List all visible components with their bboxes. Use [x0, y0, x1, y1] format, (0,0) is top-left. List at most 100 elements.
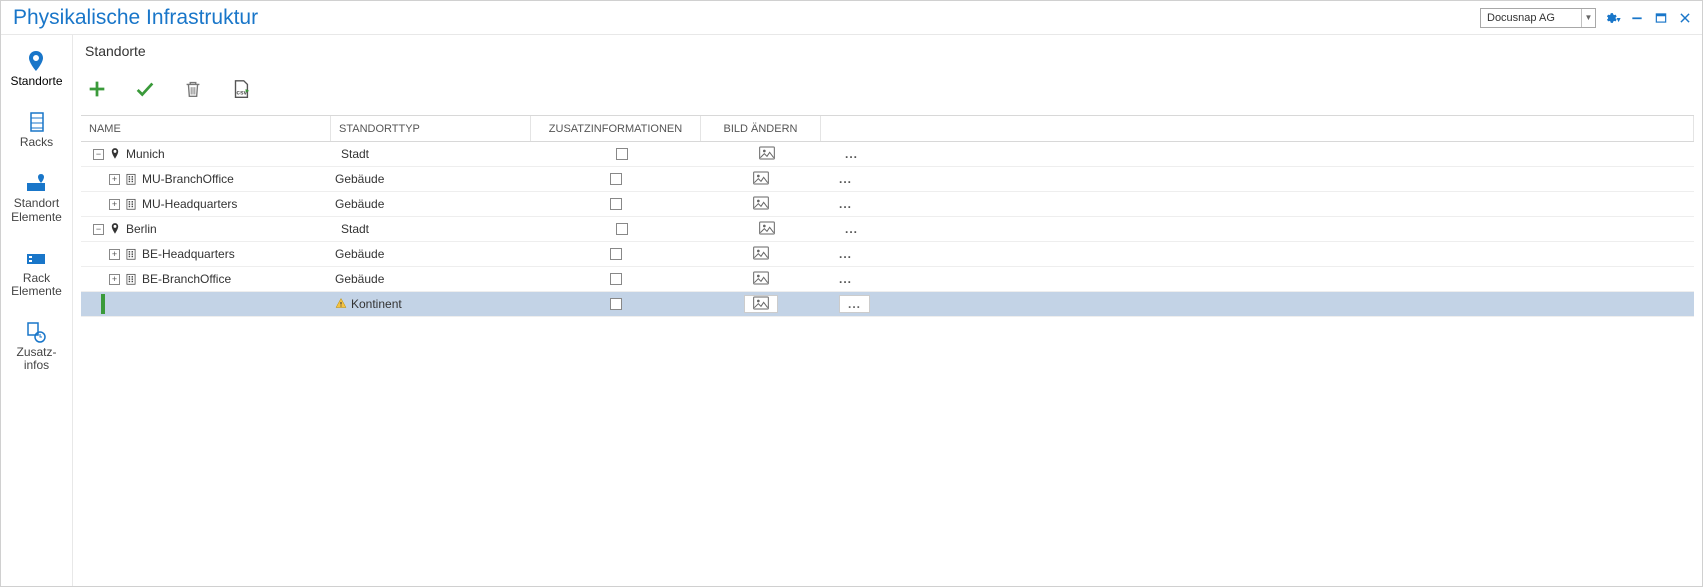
csv-export-icon: csv [230, 78, 252, 100]
expander-icon[interactable]: + [109, 174, 120, 185]
cell-image [707, 217, 827, 241]
expander-icon[interactable]: + [109, 249, 120, 260]
cell-type: Gebäude [331, 167, 531, 191]
row-actions-button[interactable]: ... [845, 147, 858, 161]
locations-grid: Name Standorttyp Zusatzinformationen Bil… [81, 115, 1694, 586]
cell-actions: ... [821, 192, 1694, 216]
image-icon[interactable] [753, 271, 769, 288]
grid-body: −MunichStadt... + MU-BranchOffice Gebäude..… [81, 142, 1694, 317]
cell-name: − Berlin [87, 217, 337, 241]
org-selector[interactable]: Docusnap AG ▼ [1480, 8, 1596, 28]
image-picker[interactable] [744, 295, 778, 313]
table-row[interactable]: +MU-HeadquartersGebäude... [81, 192, 1694, 217]
add-button[interactable] [85, 77, 109, 101]
sidenav-item-zusatzinfos[interactable]: Zusatz-infos [16, 320, 56, 372]
table-row[interactable]: −BerlinStadt... [81, 217, 1694, 242]
row-actions-button[interactable]: ... [845, 222, 858, 236]
row-name: Berlin [126, 222, 157, 236]
column-header-image[interactable]: Bild ändern [701, 116, 821, 141]
checkbox[interactable] [610, 173, 622, 185]
sidenav-label: Racks [20, 136, 53, 149]
cell-extra [531, 292, 701, 316]
sidenav-label: Zusatz-infos [16, 346, 56, 372]
minimize-icon [1630, 11, 1644, 25]
plus-icon [86, 78, 108, 100]
checkbox[interactable] [610, 273, 622, 285]
delete-button[interactable] [181, 77, 205, 101]
table-row[interactable]: + MU-BranchOffice Gebäude... [81, 167, 1694, 192]
cell-name: + MU-BranchOffice [81, 167, 331, 191]
checkbox[interactable] [610, 248, 622, 260]
image-icon[interactable] [759, 221, 775, 238]
close-button[interactable] [1676, 9, 1694, 27]
expander-icon[interactable]: − [93, 149, 104, 160]
table-row[interactable]: + BE-BranchOffice Gebäude... [81, 267, 1694, 292]
rack-elements-icon [24, 246, 48, 270]
expander-icon[interactable]: − [93, 224, 104, 235]
maximize-icon [1654, 11, 1668, 25]
cell-type: Gebäude [331, 242, 531, 266]
cell-actions: ... [827, 142, 1694, 166]
sidenav-item-racks[interactable]: Racks [20, 110, 53, 149]
chevron-down-icon[interactable]: ▼ [1581, 9, 1595, 27]
cell-image [707, 142, 827, 166]
expander-icon[interactable]: + [109, 274, 120, 285]
cell-name: +MU-Headquarters [81, 192, 331, 216]
table-row[interactable]: −MunichStadt... [81, 142, 1694, 167]
image-icon[interactable] [759, 146, 775, 163]
cell-type: Gebäude [331, 267, 531, 291]
close-icon [1678, 11, 1692, 25]
expander-icon[interactable]: + [109, 199, 120, 210]
location-pin-icon [108, 222, 122, 236]
sidenav-label: Standorte [10, 75, 62, 88]
checkbox[interactable] [616, 223, 628, 235]
table-row[interactable]: +BE-HeadquartersGebäude... [81, 242, 1694, 267]
cell-extra [537, 217, 707, 241]
cell-type[interactable]: Kontinent [331, 292, 531, 316]
cell-name: +BE-Headquarters [81, 242, 331, 266]
image-icon[interactable] [753, 196, 769, 213]
row-actions-button[interactable]: ... [839, 272, 852, 286]
export-csv-button[interactable]: csv [229, 77, 253, 101]
cell-image [701, 242, 821, 266]
cell-type: Stadt [337, 142, 537, 166]
location-elements-icon [24, 171, 48, 195]
org-selector-value: Docusnap AG [1481, 12, 1581, 24]
location-pin-icon [108, 147, 122, 161]
row-name: BE-BranchOffice [142, 272, 231, 286]
sidenav-item-rack-elemente[interactable]: RackElemente [11, 246, 62, 298]
maximize-button[interactable] [1652, 9, 1670, 27]
table-row-new[interactable]: Kontinent... [81, 292, 1694, 317]
row-actions-button[interactable]: ... [839, 172, 852, 186]
cell-actions: ... [821, 267, 1694, 291]
image-icon[interactable] [753, 171, 769, 188]
row-name: MU-BranchOffice [142, 172, 234, 186]
breadcrumb: Standorte [73, 43, 1702, 67]
column-header-extra[interactable]: Zusatzinformationen [531, 116, 701, 141]
save-button[interactable] [133, 77, 157, 101]
grid-header: Name Standorttyp Zusatzinformationen Bil… [81, 116, 1694, 142]
cell-extra [531, 242, 701, 266]
cell-image [701, 292, 821, 316]
checkbox[interactable] [610, 298, 622, 310]
cell-name [81, 292, 331, 316]
checkbox[interactable] [610, 198, 622, 210]
column-header-name[interactable]: Name [81, 116, 331, 141]
minimize-button[interactable] [1628, 9, 1646, 27]
titlebar: Physikalische Infrastruktur Docusnap AG … [1, 1, 1702, 35]
row-actions-button[interactable]: ... [839, 295, 870, 313]
settings-button[interactable]: ▼ [1604, 9, 1622, 27]
image-icon[interactable] [753, 246, 769, 263]
column-header-type[interactable]: Standorttyp [331, 116, 531, 141]
cell-extra [531, 192, 701, 216]
cell-extra [531, 267, 701, 291]
check-icon [134, 78, 156, 100]
cell-type: Gebäude [331, 192, 531, 216]
cell-extra [537, 142, 707, 166]
row-actions-button[interactable]: ... [839, 247, 852, 261]
checkbox[interactable] [616, 148, 628, 160]
sidenav-item-standorte[interactable]: Standorte [10, 49, 62, 88]
sidenav-item-standort-elemente[interactable]: StandortElemente [11, 171, 62, 223]
row-actions-button[interactable]: ... [839, 197, 852, 211]
building-icon [124, 247, 138, 261]
